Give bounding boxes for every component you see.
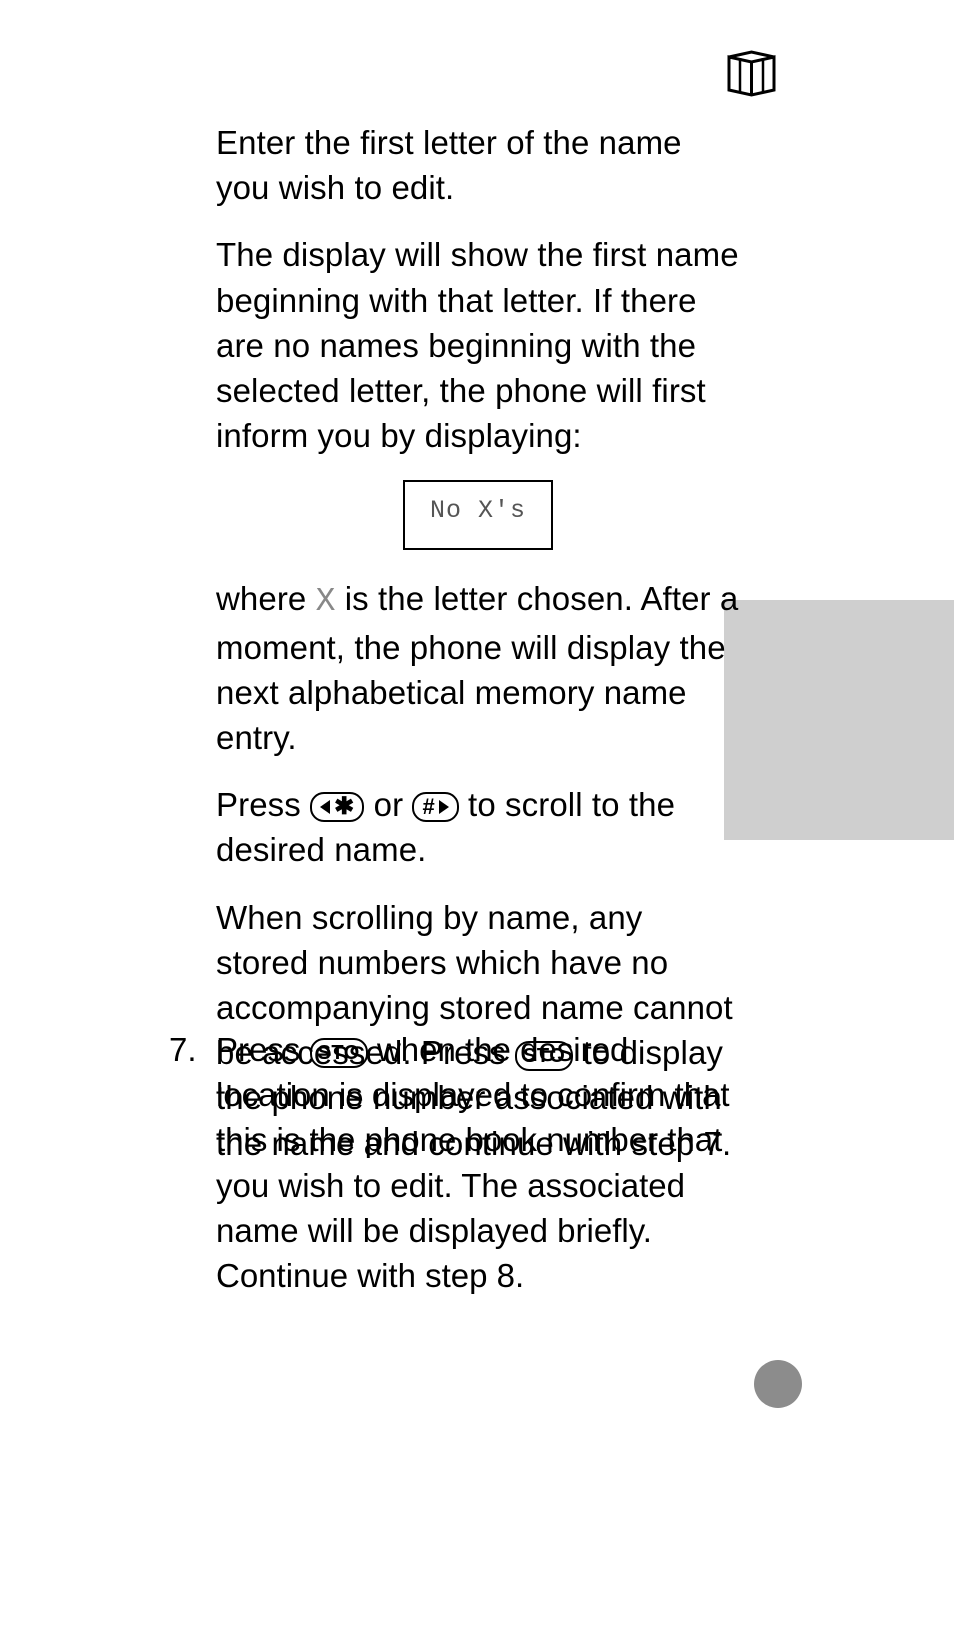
numbered-step-7: 7. Press STO when the desired location i… [169,1027,740,1298]
paragraph: where X is the letter chosen. After a mo… [216,576,740,760]
sto-key-icon: STO [310,1038,368,1068]
paragraph: The display will show the first name beg… [216,232,740,458]
step-number: 7. [169,1027,197,1072]
step-body: Press STO when the desired location is d… [216,1027,740,1298]
hash-right-key-icon: # [412,792,458,822]
book-icon [724,45,779,105]
page-indicator-dot [754,1360,802,1408]
manual-page: Enter the first letter of the name you w… [0,0,954,1636]
paragraph: Press ✱ or # to scroll to the desired na… [216,782,740,872]
placeholder-letter: X [316,579,336,624]
paragraph: Enter the first letter of the name you w… [216,120,740,210]
section-tab [724,600,954,840]
star-left-key-icon: ✱ [310,792,364,822]
lcd-display-example: No X's [403,480,553,550]
